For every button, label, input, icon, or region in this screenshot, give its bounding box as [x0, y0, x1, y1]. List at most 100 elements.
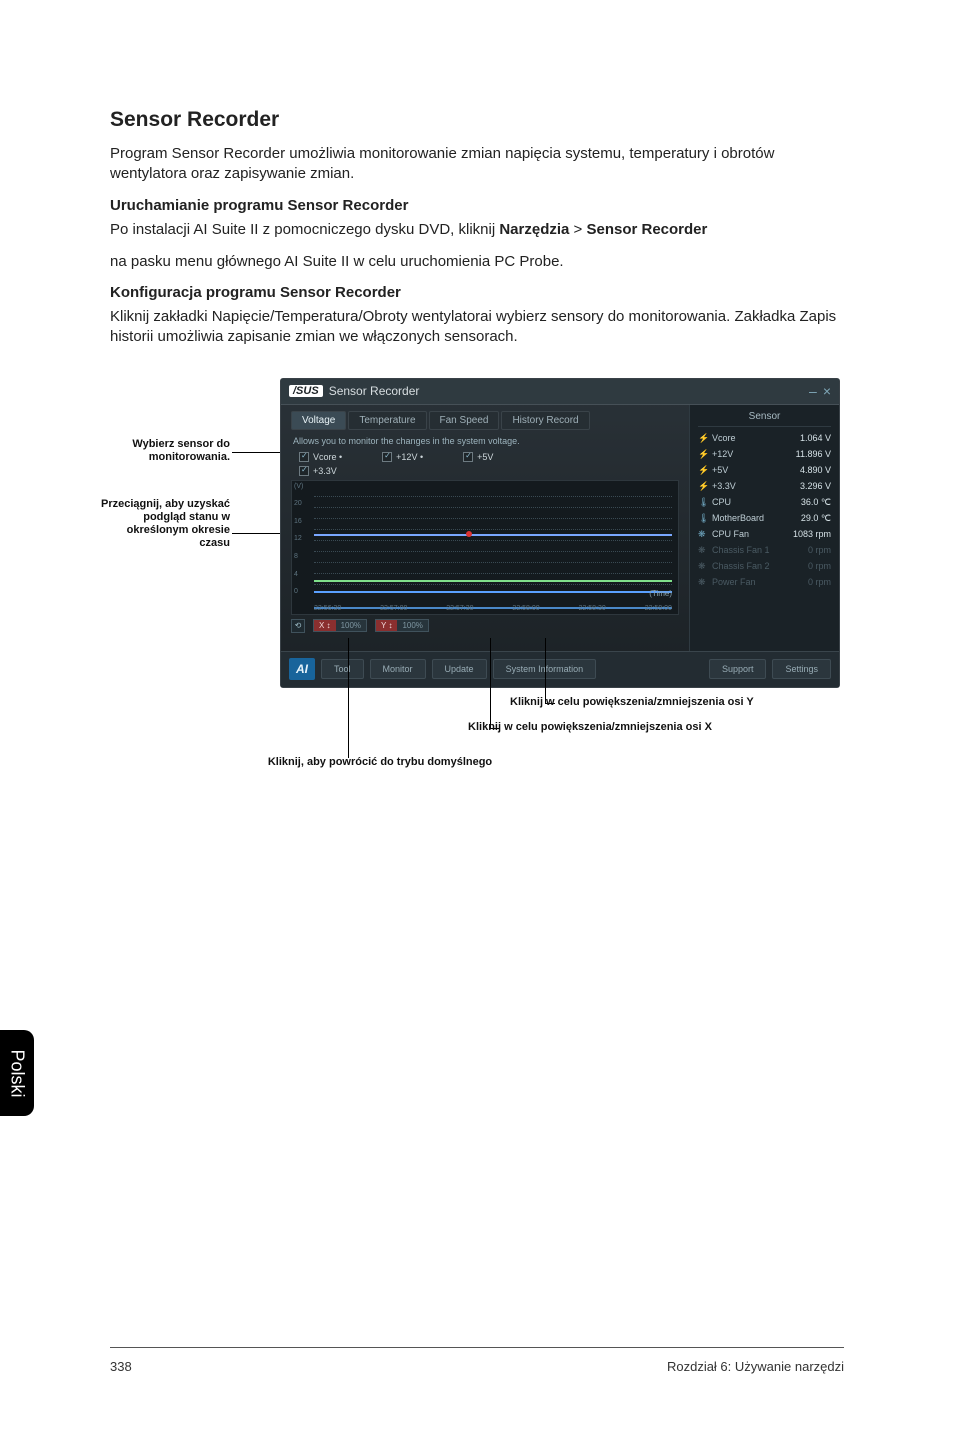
x-tick: 22:59:00 [645, 605, 672, 612]
bottom-btn-tool[interactable]: Tool [321, 659, 364, 679]
sensor-name: Power Fan [712, 577, 808, 587]
x-tick: 22:57:00 [380, 605, 407, 612]
sensor-icon: ⚡ [698, 449, 708, 460]
minimize-button[interactable]: – [809, 383, 817, 399]
y-tick: 20 [294, 500, 312, 507]
sensor-value: 3.296 V [800, 481, 831, 491]
subhead-config: Konfiguracja programu Sensor Recorder [110, 284, 844, 301]
sensor-icon: ❋ [698, 545, 708, 556]
callout-select-sensor: Wybierz sensor do monitorowania. [100, 438, 230, 464]
sensor-value: 1083 rpm [793, 529, 831, 539]
chart-y-axis: (V) 20 16 12 8 4 0 [294, 483, 312, 596]
txt: Po instalacji AI Suite II z pomocniczego… [110, 221, 499, 238]
zoom-reset-button[interactable]: ⟲ [291, 619, 305, 633]
sensor-icon: ❋ [698, 577, 708, 588]
zoom-controls: ⟲ X ↕ 100% Y ↕ 100% [291, 619, 679, 633]
sensor-row: ⚡+5V4.890 V [698, 465, 831, 476]
screenshot-figure: Wybierz sensor do monitorowania. Przecią… [110, 378, 844, 838]
callout-zoom-x: Kliknij w celu powiększenia/zmniejszenia… [430, 721, 750, 734]
language-label: Polski [7, 1049, 28, 1097]
checkbox-label: +3.3V [313, 466, 337, 476]
close-button[interactable]: × [823, 383, 831, 399]
launch-line2: na pasku menu głównego AI Suite II w cel… [110, 252, 844, 272]
y-tick: 12 [294, 535, 312, 542]
checkbox-icon[interactable] [382, 452, 392, 462]
y-tick: 8 [294, 553, 312, 560]
bottom-btn-update[interactable]: Update [432, 659, 487, 679]
sensor-panel-header: Sensor [698, 411, 831, 427]
sensor-icon: 🌡 [698, 497, 708, 508]
bold-sensor-recorder: Sensor Recorder [586, 221, 707, 238]
sensor-name: Chassis Fan 2 [712, 561, 808, 571]
sensor-name: CPU Fan [712, 529, 793, 539]
y-unit: (V) [294, 483, 312, 490]
sensor-side-panel: Sensor ⚡Vcore1.064 V⚡+12V11.896 V⚡+5V4.8… [689, 405, 839, 651]
sensor-name: MotherBoard [712, 513, 801, 523]
checkbox-5v[interactable]: +5V [463, 452, 493, 462]
callout-line [545, 638, 546, 703]
sensor-name: Chassis Fan 1 [712, 545, 808, 555]
txt: > [569, 221, 586, 238]
zoom-y-value: 100% [397, 620, 427, 631]
section-title: Sensor Recorder [110, 108, 844, 132]
callout-zoom-y: Kliknij w celu powiększenia/zmniejszenia… [510, 696, 870, 709]
checkbox-icon[interactable] [299, 452, 309, 462]
sensor-value: 36.0 ℃ [801, 497, 831, 508]
ai-suite-logo[interactable]: AI [289, 658, 315, 680]
tab-voltage[interactable]: Voltage [291, 411, 346, 430]
callout-line [490, 638, 491, 728]
x-tick: 22:57:30 [446, 605, 473, 612]
chapter-label: Rozdział 6: Używanie narzędzi [667, 1359, 844, 1374]
sensor-value: 4.890 V [800, 465, 831, 475]
sensor-name: +3.3V [712, 481, 800, 491]
sensor-value: 1.064 V [800, 433, 831, 443]
trace-5v [314, 580, 672, 582]
subhead-launch: Uruchamianie programu Sensor Recorder [110, 197, 844, 214]
checkbox-vcore[interactable]: Vcore • [299, 452, 342, 462]
zoom-y-control[interactable]: Y ↕ 100% [375, 619, 429, 632]
bottom-btn-support[interactable]: Support [709, 659, 767, 679]
zoom-y-label: Y ↕ [376, 620, 397, 631]
sensor-icon: ⚡ [698, 433, 708, 444]
tab-fan-speed[interactable]: Fan Speed [429, 411, 500, 430]
callout-line [348, 638, 349, 758]
bottom-btn-settings[interactable]: Settings [772, 659, 831, 679]
sensor-row: ⚡+3.3V3.296 V [698, 481, 831, 492]
y-tick: 0 [294, 588, 312, 595]
hint-text: Allows you to monitor the changes in the… [293, 436, 679, 446]
checkbox-label: +12V • [396, 452, 423, 462]
checkbox-3v3[interactable]: +3.3V [299, 466, 337, 476]
zoom-x-control[interactable]: X ↕ 100% [313, 619, 367, 632]
main-pane: Voltage Temperature Fan Speed History Re… [281, 405, 689, 651]
sensor-name: +12V [712, 449, 796, 459]
checkbox-icon[interactable] [463, 452, 473, 462]
tab-bar: Voltage Temperature Fan Speed History Re… [291, 411, 679, 430]
checkbox-12v[interactable]: +12V • [382, 452, 423, 462]
page-footer: 338 Rozdział 6: Używanie narzędzi [0, 1359, 954, 1374]
tab-temperature[interactable]: Temperature [348, 411, 426, 430]
tab-history-record[interactable]: History Record [501, 411, 589, 430]
sensor-name: CPU [712, 497, 801, 507]
y-tick: 4 [294, 571, 312, 578]
app-window: /SUS Sensor Recorder – × Voltage Tempera… [280, 378, 840, 688]
x-tick: 22:58:00 [512, 605, 539, 612]
sensor-value: 0 rpm [808, 561, 831, 571]
trace-12v [314, 534, 672, 536]
bottom-btn-monitor[interactable]: Monitor [370, 659, 426, 679]
sensor-value: 0 rpm [808, 545, 831, 555]
sensor-name: +5V [712, 465, 800, 475]
chart-marker-dot[interactable] [466, 531, 472, 537]
chart-x-axis: 22:56:30 22:57:00 22:57:30 22:58:00 22:5… [314, 605, 672, 612]
checkbox-label: Vcore • [313, 452, 342, 462]
config-body: Kliknij zakładki Napięcie/Temperatura/Ob… [110, 307, 844, 348]
checkbox-icon[interactable] [299, 466, 309, 476]
sensor-row: 🌡 CPU36.0 ℃ [698, 497, 831, 508]
sensor-row: ❋Power Fan0 rpm [698, 577, 831, 588]
sensor-value: 29.0 ℃ [801, 513, 831, 524]
page-number: 338 [110, 1359, 132, 1374]
trace-3v3 [314, 591, 672, 593]
sensor-value: 11.896 V [796, 449, 831, 459]
sensor-row: ⚡ +12V11.896 V [698, 449, 831, 460]
voltage-chart[interactable]: (V) 20 16 12 8 4 0 [291, 480, 679, 615]
time-badge: (Time) [649, 589, 672, 598]
